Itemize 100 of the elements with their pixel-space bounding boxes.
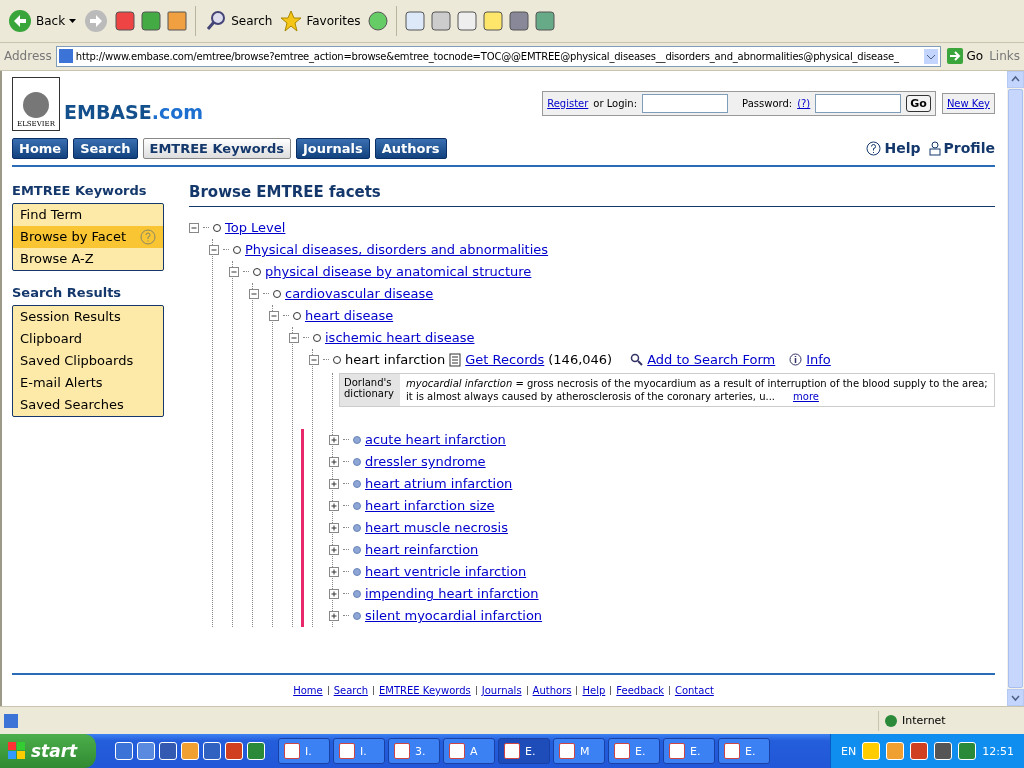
favorites-button[interactable]: Favorites: [278, 7, 363, 34]
go-button[interactable]: Go: [944, 46, 986, 67]
tree-term-link[interactable]: heart disease: [305, 308, 394, 324]
password-help-link[interactable]: (?): [797, 97, 811, 109]
taskbar-button[interactable]: I.: [278, 738, 330, 764]
taskbar-button[interactable]: I.: [333, 738, 385, 764]
node-dot-icon: [353, 501, 361, 510]
nav-tab[interactable]: Search: [73, 137, 138, 159]
search-icon: [205, 9, 228, 32]
expand-toggle[interactable]: [329, 456, 339, 467]
sidebar-item[interactable]: Browse by Facet: [13, 225, 163, 248]
tray-icon[interactable]: [934, 742, 953, 760]
add-to-search-form-link[interactable]: Add to Search Form: [647, 352, 776, 368]
quick-launch-icon[interactable]: [137, 742, 155, 760]
sidebar-item[interactable]: Session Results: [13, 305, 163, 328]
go-button[interactable]: Go: [906, 94, 931, 112]
help-link[interactable]: Help: [866, 140, 921, 157]
sidebar-item[interactable]: Browse A-Z: [13, 247, 163, 270]
nav-tab[interactable]: Journals: [296, 137, 370, 159]
expand-toggle[interactable]: [329, 588, 339, 599]
quick-launch-icon[interactable]: [225, 742, 243, 760]
nav-tab[interactable]: EMTREE Keywords: [142, 137, 292, 159]
app-icon: [559, 743, 575, 759]
arrow-icon: [946, 48, 963, 65]
taskbar-button[interactable]: E.: [663, 738, 715, 764]
footer-link[interactable]: Home: [293, 685, 323, 697]
footer-link[interactable]: EMTREE Keywords: [379, 685, 471, 697]
expand-toggle[interactable]: [329, 434, 339, 445]
footer-link[interactable]: Contact: [674, 685, 714, 697]
scroll-down-button[interactable]: [1007, 689, 1024, 707]
collapse-toggle[interactable]: [309, 354, 319, 365]
taskbar-button[interactable]: E.: [608, 738, 660, 764]
expand-toggle[interactable]: [329, 522, 339, 533]
quick-launch-icon[interactable]: [115, 742, 133, 760]
sidebar-item[interactable]: Saved Searches: [13, 393, 163, 416]
collapse-toggle[interactable]: [269, 310, 279, 321]
scrollbar-thumb[interactable]: [1008, 88, 1023, 689]
footer-link[interactable]: Search: [333, 685, 369, 697]
tree-term-link[interactable]: heart atrium infarction: [365, 476, 513, 492]
scroll-up-button[interactable]: [1007, 70, 1024, 88]
collapse-toggle[interactable]: [209, 244, 219, 255]
sidebar-item[interactable]: Clipboard: [13, 327, 163, 350]
more-link[interactable]: more: [793, 390, 819, 402]
expand-toggle[interactable]: [329, 500, 339, 511]
info-link[interactable]: Info: [806, 352, 831, 368]
taskbar-button[interactable]: E.: [498, 738, 550, 764]
quick-launch-icon[interactable]: [159, 742, 177, 760]
new-key-link[interactable]: New Key: [941, 92, 995, 114]
taskbar-button[interactable]: M: [553, 738, 605, 764]
collapse-toggle[interactable]: [289, 332, 299, 343]
tree-term-link[interactable]: dressler syndrome: [365, 454, 486, 470]
tray-icon[interactable]: [958, 742, 977, 760]
tree-term-link[interactable]: acute heart infarction: [365, 432, 506, 448]
tree-term-link[interactable]: cardiovascular disease: [285, 286, 434, 302]
quick-launch-icon[interactable]: [203, 742, 221, 760]
get-records-link[interactable]: Get Records: [465, 352, 545, 368]
register-link[interactable]: Register: [547, 97, 589, 109]
tray-icon[interactable]: [910, 742, 929, 760]
nav-tab[interactable]: Home: [12, 137, 69, 159]
tree-term-link[interactable]: Top Level: [225, 220, 286, 236]
expand-toggle[interactable]: [329, 478, 339, 489]
nav-tab[interactable]: Authors: [374, 137, 447, 159]
address-field[interactable]: http://www.embase.com/emtree/browse?emtree_action=browse&emtree_tocnode=TOC@@EMTREE@physical_diseases__disorders_and_abnormalities@physical_disease_: [55, 45, 941, 67]
globe-icon: [884, 713, 898, 728]
quick-launch-icon[interactable]: [247, 742, 265, 760]
tray-icon[interactable]: [886, 742, 905, 760]
footer-link[interactable]: Authors: [532, 685, 572, 697]
sidebar-item[interactable]: E-mail Alerts: [13, 371, 163, 394]
tree-term-link[interactable]: ischemic heart disease: [325, 330, 475, 346]
expand-toggle[interactable]: [329, 544, 339, 555]
tree-term-link[interactable]: heart ventricle infarction: [365, 564, 527, 580]
back-button[interactable]: Back: [6, 6, 79, 35]
tree-term-link[interactable]: physical disease by anatomical structure: [265, 264, 532, 280]
taskbar-button[interactable]: 3.: [388, 738, 440, 764]
collapse-toggle[interactable]: [229, 266, 239, 277]
sidebar-item[interactable]: Find Term: [13, 203, 163, 226]
node-dot-icon: [273, 289, 281, 298]
tree-term-link[interactable]: heart infarction size: [365, 498, 495, 514]
footer-link[interactable]: Help: [582, 685, 606, 697]
tray-icon[interactable]: [862, 742, 881, 760]
tree-term-link[interactable]: Physical diseases, disorders and abnormalities: [245, 242, 549, 258]
tree-term-link[interactable]: impending heart infarction: [365, 586, 539, 602]
tree-term-link[interactable]: heart reinfarction: [365, 542, 479, 558]
sidebar-item[interactable]: Saved Clipboards: [13, 349, 163, 372]
collapse-toggle[interactable]: [189, 222, 199, 233]
password-field[interactable]: [815, 93, 902, 113]
search-button[interactable]: Search: [203, 7, 275, 34]
tree-term-link[interactable]: heart muscle necrosis: [365, 520, 508, 536]
taskbar-button[interactable]: E.: [718, 738, 770, 764]
footer-link[interactable]: Journals: [481, 685, 522, 697]
login-field[interactable]: [642, 93, 729, 113]
footer-link[interactable]: Feedback: [616, 685, 664, 697]
profile-link[interactable]: Profile: [928, 140, 995, 157]
dropdown-icon[interactable]: [923, 48, 938, 64]
expand-toggle[interactable]: [329, 610, 339, 621]
expand-toggle[interactable]: [329, 566, 339, 577]
collapse-toggle[interactable]: [249, 288, 259, 299]
taskbar-button[interactable]: A: [443, 738, 495, 764]
tree-term-link[interactable]: silent myocardial infarction: [365, 608, 543, 624]
definition-text: myocardial infarction = gross necrosis of the myocardium as a result of interruption of the blood supply to the area; it is almost always caused by atherosclerosis of the coronary arteries, u... more: [405, 376, 989, 404]
